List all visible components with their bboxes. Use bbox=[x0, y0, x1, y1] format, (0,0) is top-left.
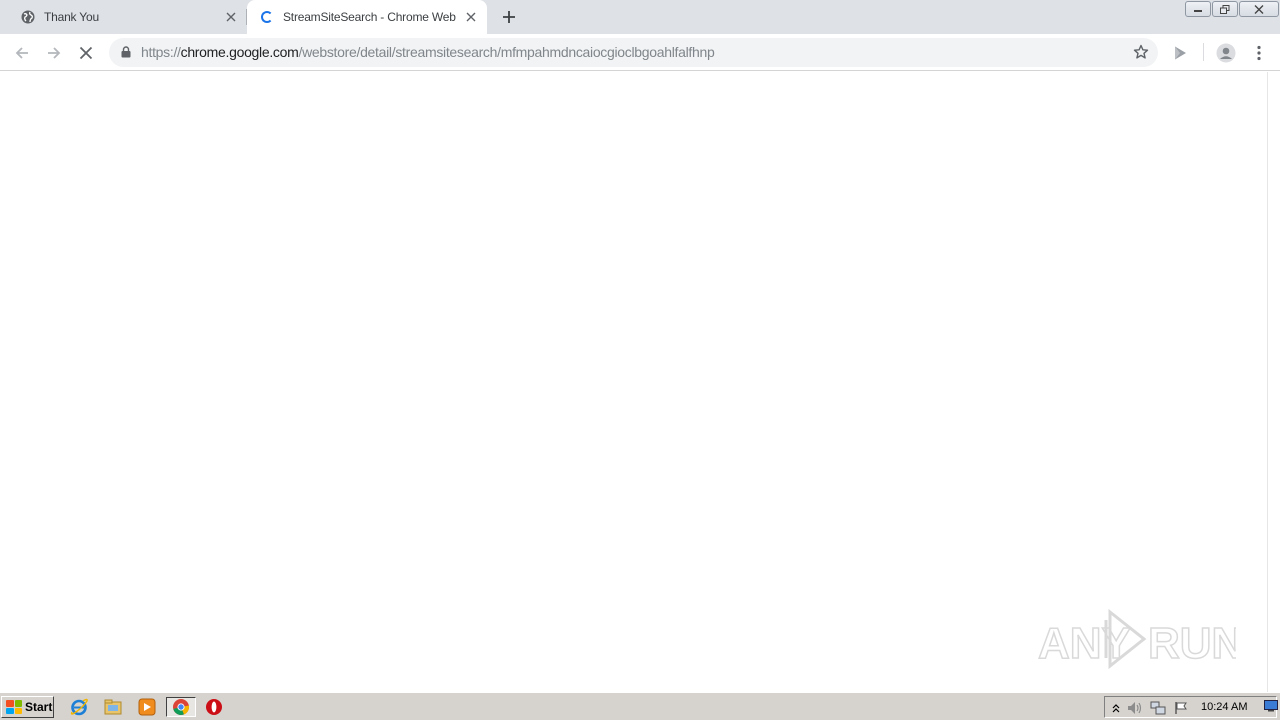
window-controls bbox=[1184, 1, 1279, 17]
show-hidden-icons-arrow[interactable] bbox=[1108, 700, 1124, 716]
vertical-scrollbar[interactable] bbox=[1267, 72, 1280, 692]
url-text[interactable]: https://chrome.google.com/webstore/detai… bbox=[141, 44, 715, 60]
profile-button[interactable] bbox=[1213, 40, 1239, 66]
start-label: Start bbox=[25, 700, 53, 714]
back-button[interactable] bbox=[9, 40, 35, 66]
start-button[interactable]: Start bbox=[1, 696, 54, 718]
screen: Thank You StreamSiteSearch - Chrome Web … bbox=[0, 0, 1280, 720]
menu-kebab-icon bbox=[1257, 45, 1261, 61]
address-bar[interactable]: https://chrome.google.com/webstore/detai… bbox=[109, 38, 1158, 67]
volume-icon[interactable] bbox=[1127, 700, 1143, 716]
opera-icon[interactable] bbox=[203, 697, 225, 717]
taskbar: Start 10:24 AM bbox=[0, 692, 1280, 720]
minimize-button[interactable] bbox=[1185, 1, 1211, 17]
bookmark-star-icon[interactable] bbox=[1132, 43, 1150, 61]
taskbar-clock[interactable]: 10:24 AM bbox=[1201, 701, 1247, 713]
forward-arrow-icon bbox=[48, 47, 61, 59]
close-window-button[interactable] bbox=[1239, 1, 1279, 17]
chrome-icon[interactable] bbox=[166, 697, 196, 717]
forward-button[interactable] bbox=[41, 40, 67, 66]
page-content[interactable] bbox=[0, 72, 1267, 692]
stop-loading-button[interactable] bbox=[73, 40, 99, 66]
tab-title: StreamSiteSearch - Chrome Web Sto bbox=[283, 10, 459, 24]
profile-avatar-icon bbox=[1216, 43, 1236, 63]
chrome-menu-button[interactable] bbox=[1246, 40, 1272, 66]
new-tab-button[interactable] bbox=[498, 6, 520, 28]
tab-strip: Thank You StreamSiteSearch - Chrome Web … bbox=[0, 0, 1280, 34]
tab-streamsitesearch[interactable]: StreamSiteSearch - Chrome Web Sto bbox=[247, 0, 487, 34]
loading-spinner-icon bbox=[259, 9, 275, 25]
media-player-icon[interactable] bbox=[136, 697, 158, 717]
extension-play-icon bbox=[1175, 46, 1186, 60]
file-explorer-icon[interactable] bbox=[102, 697, 124, 717]
network-icon[interactable] bbox=[1150, 700, 1166, 716]
tab-thank-you[interactable]: Thank You bbox=[8, 0, 247, 34]
toolbar-divider bbox=[1203, 43, 1204, 61]
windows-flag-icon bbox=[6, 700, 22, 714]
show-desktop-icon[interactable] bbox=[1264, 699, 1278, 713]
stop-loading-icon bbox=[79, 46, 93, 60]
globe-icon bbox=[20, 9, 36, 25]
restore-button[interactable] bbox=[1212, 1, 1238, 17]
anyrun-watermark-logo: ANY RUN bbox=[1037, 608, 1236, 670]
browser-toolbar: https://chrome.google.com/webstore/detai… bbox=[0, 34, 1280, 71]
tab-close-icon[interactable] bbox=[463, 9, 479, 25]
tab-close-icon[interactable] bbox=[223, 9, 239, 25]
lock-icon[interactable] bbox=[119, 45, 133, 59]
system-tray: 10:24 AM bbox=[1104, 696, 1277, 718]
internet-explorer-icon[interactable] bbox=[68, 697, 90, 717]
action-center-flag-icon[interactable] bbox=[1173, 700, 1189, 716]
back-arrow-icon bbox=[15, 47, 28, 59]
tab-title: Thank You bbox=[44, 10, 99, 24]
svg-text:RUN: RUN bbox=[1148, 619, 1236, 668]
extension-button[interactable] bbox=[1167, 40, 1193, 66]
plus-icon bbox=[503, 11, 515, 23]
